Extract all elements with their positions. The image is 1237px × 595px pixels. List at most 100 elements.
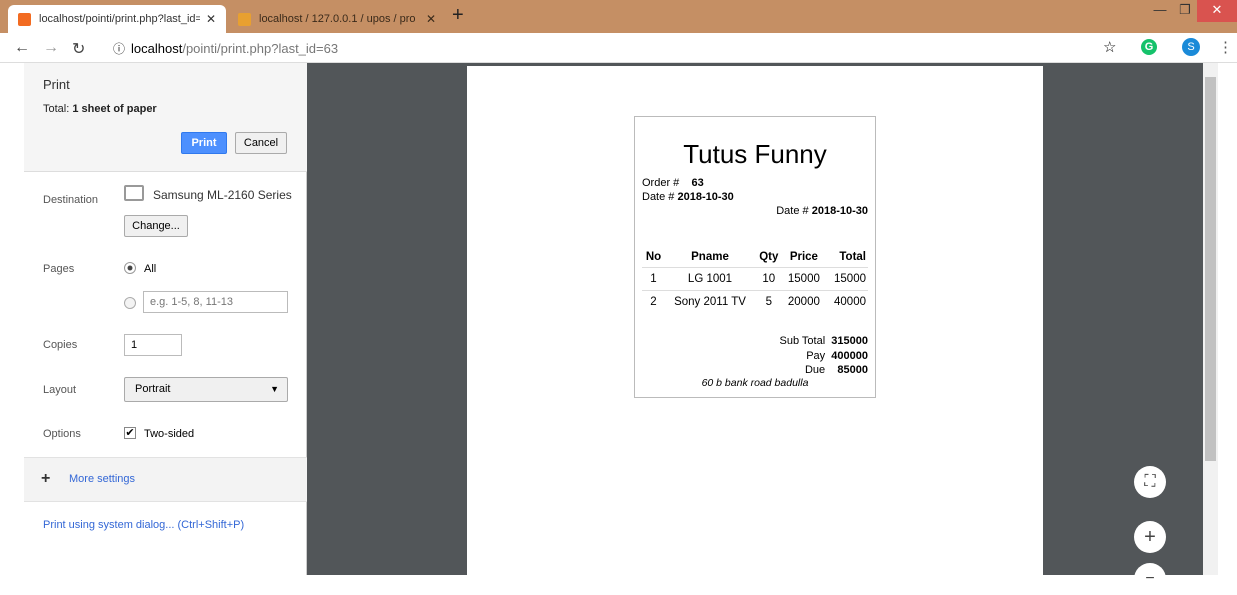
print-dialog: Print Total: 1 sheet of paper Print Canc…: [24, 63, 307, 575]
zoom-in-icon[interactable]: +: [1134, 521, 1166, 553]
layout-value: Portrait: [135, 383, 171, 395]
pages-all-radio[interactable]: [124, 262, 136, 274]
copies-label: Copies: [43, 339, 78, 351]
preview-page: Tutus Funny Order # 63 Date # 2018-10-30…: [467, 66, 1043, 575]
shop-address: 60 b bank road badulla: [701, 377, 809, 389]
destination-label: Destination: [43, 194, 99, 206]
cell: 5: [755, 290, 783, 313]
subtotal-value: 315000: [831, 335, 868, 347]
destination-value: Samsung ML-2160 Series: [153, 188, 292, 202]
printer-icon: [124, 185, 144, 201]
address-bar: ← → ↻ ⓘ localhost/pointi/print.php?last_…: [0, 33, 1237, 63]
close-tab-icon[interactable]: ✕: [206, 12, 216, 26]
forward-icon[interactable]: →: [43, 39, 59, 57]
print-preview: Tutus Funny Order # 63 Date # 2018-10-30…: [307, 63, 1218, 595]
tab-title: localhost / 127.0.0.1 / upos / pro: [259, 13, 416, 25]
total-label: Total:: [43, 103, 70, 115]
more-settings-link[interactable]: More settings: [69, 473, 135, 485]
col-price: Price: [789, 251, 818, 263]
fit-to-page-icon[interactable]: ⛶: [1134, 466, 1166, 498]
zoom-out-icon[interactable]: −: [1134, 563, 1166, 595]
two-sided-checkbox[interactable]: ✔: [124, 427, 136, 439]
pay-row: Pay 400000: [779, 349, 868, 364]
phpmyadmin-icon: [238, 12, 251, 26]
subtotal-label: Sub Total: [779, 335, 826, 347]
date-value: 2018-10-30: [677, 191, 734, 203]
pages-custom-radio[interactable]: [124, 297, 136, 309]
due-row: Due 85000: [779, 363, 868, 378]
pages-label: Pages: [43, 263, 75, 275]
profile-avatar[interactable]: S: [1182, 38, 1200, 56]
reload-icon[interactable]: ↻: [72, 39, 85, 59]
layout-label: Layout: [43, 384, 77, 396]
pay-value: 400000: [831, 349, 868, 362]
close-window-button[interactable]: ✕: [1197, 0, 1237, 22]
new-tab-button[interactable]: +: [452, 4, 464, 27]
cell: 15000: [825, 267, 868, 291]
items-table: No Pname Qty Price Total 1 LG 1001 10 15000…: [642, 247, 868, 313]
bookmark-star-icon[interactable]: ☆: [1103, 38, 1116, 56]
url-path: /pointi/print.php?last_id=63: [182, 40, 339, 56]
order-label: Order #: [642, 177, 680, 189]
options-label: Options: [43, 428, 81, 440]
copies-input[interactable]: [124, 334, 182, 356]
table-row: 2 Sony 2011 TV 5 20000 40000: [642, 290, 868, 313]
totals: Sub Total 315000 Pay 400000 Due 85000: [779, 334, 868, 378]
subtotal-row: Sub Total 315000: [779, 334, 868, 349]
tab-phpmyadmin[interactable]: localhost / 127.0.0.1 / upos / pro ✕: [228, 5, 446, 33]
dialog-header: Print Total: 1 sheet of paper Print Canc…: [24, 63, 307, 172]
date-label: Date #: [776, 205, 809, 217]
layout-select[interactable]: Portrait ▼: [124, 377, 288, 402]
due-label: Due: [804, 364, 826, 376]
table-header: No Pname Qty Price Total: [642, 247, 868, 268]
more-settings-row[interactable]: + More settings: [24, 457, 307, 502]
tab-print[interactable]: localhost/pointi/print.php?last_id=63 ✕: [8, 5, 226, 33]
receipt: Tutus Funny Order # 63 Date # 2018-10-30…: [634, 116, 876, 398]
url-host: localhost: [131, 40, 183, 56]
menu-icon[interactable]: ⋮: [1218, 38, 1233, 56]
back-icon[interactable]: ←: [14, 39, 30, 57]
url-field[interactable]: ⓘ localhost/pointi/print.php?last_id=63: [105, 36, 1125, 60]
pay-label: Pay: [806, 349, 826, 362]
col-pname: Pname: [691, 251, 729, 263]
tab-bar: localhost/pointi/print.php?last_id=63 ✕ …: [0, 0, 1237, 33]
col-total: Total: [839, 251, 866, 263]
grammarly-icon[interactable]: G: [1141, 39, 1157, 55]
date-label: Date #: [642, 191, 675, 203]
scrollbar-thumb[interactable]: [1205, 77, 1216, 461]
pages-input[interactable]: [143, 291, 288, 313]
date-value: 2018-10-30: [811, 205, 868, 217]
order-value: 63: [691, 177, 704, 189]
order-date: Date # 2018-10-30: [642, 191, 734, 203]
cell: 10: [755, 267, 783, 291]
pages-all-label: All: [144, 263, 157, 275]
total-sheets: Total: 1 sheet of paper: [43, 103, 157, 115]
col-qty: Qty: [759, 251, 779, 263]
dialog-title: Print: [43, 77, 70, 92]
shop-name: Tutus Funny: [683, 139, 827, 169]
print-button[interactable]: Print: [181, 132, 227, 154]
cancel-button[interactable]: Cancel: [235, 132, 287, 154]
change-destination-button[interactable]: Change...: [124, 215, 188, 237]
system-dialog-link[interactable]: Print using system dialog... (Ctrl+Shift…: [43, 519, 244, 531]
plus-icon: +: [41, 470, 51, 487]
cell: Sony 2011 TV: [664, 290, 756, 313]
cell: 40000: [825, 290, 868, 313]
table-row: 1 LG 1001 10 15000 15000: [642, 267, 868, 291]
xampp-icon: [18, 12, 31, 26]
cell: 20000: [782, 290, 826, 313]
total-value: 1 sheet of paper: [72, 103, 157, 115]
chevron-down-icon: ▼: [270, 384, 279, 394]
due-value: 85000: [837, 364, 868, 376]
two-sided-label: Two-sided: [144, 428, 195, 440]
cell: 15000: [782, 267, 826, 291]
col-no: No: [645, 251, 662, 263]
cell: LG 1001: [664, 267, 756, 291]
cell: 2: [642, 290, 665, 313]
preview-scrollbar[interactable]: [1203, 63, 1218, 575]
cell: 1: [642, 267, 665, 291]
info-icon[interactable]: ⓘ: [113, 40, 125, 57]
order-date-right: Date # 2018-10-30: [776, 205, 868, 217]
close-tab-icon[interactable]: ✕: [426, 12, 436, 26]
order-number: Order # 63: [642, 177, 704, 189]
